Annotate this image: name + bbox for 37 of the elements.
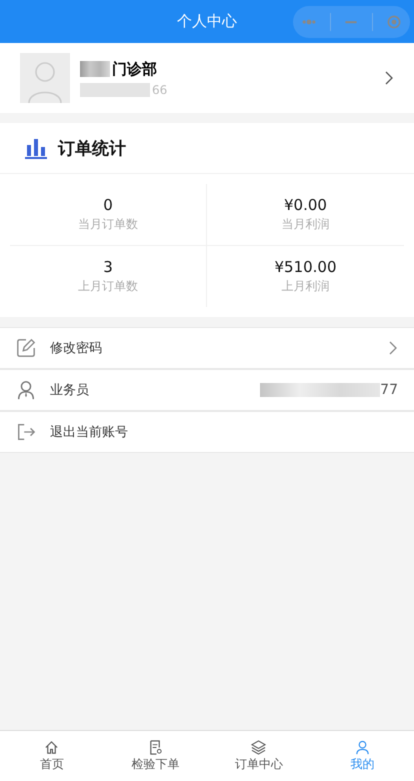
stat-value: 0 bbox=[103, 196, 113, 214]
tab-item[interactable]: 订单中心 bbox=[207, 731, 310, 781]
menu-label: 业务员 bbox=[50, 382, 90, 399]
tab-item[interactable]: 我的 bbox=[310, 731, 414, 781]
menu-item[interactable]: 修改密码 bbox=[0, 328, 414, 368]
bar-chart-icon bbox=[24, 137, 48, 159]
menu-item[interactable]: 退出当前账号 bbox=[0, 412, 414, 452]
tab-item[interactable]: 首页 bbox=[0, 731, 104, 781]
menu-item[interactable]: 业务员 77 bbox=[0, 370, 414, 410]
stat-label: 上月订单数 bbox=[78, 278, 138, 295]
stat-label: 当月利润 bbox=[282, 216, 330, 233]
clinic-name: 门诊部 bbox=[112, 60, 157, 78]
phone-number: 66 bbox=[152, 82, 168, 96]
chevron-right-icon bbox=[388, 340, 398, 356]
stat-value: 3 bbox=[103, 258, 113, 276]
menu-label: 修改密码 bbox=[50, 340, 103, 357]
menu-label: 退出当前账号 bbox=[50, 424, 129, 441]
user-icon bbox=[354, 740, 370, 754]
profile-card[interactable]: 门诊部 66 bbox=[0, 43, 414, 113]
redacted-block bbox=[80, 82, 150, 96]
logout-icon bbox=[16, 422, 36, 442]
stat-value: ¥0.00 bbox=[284, 196, 327, 214]
chevron-right-icon bbox=[384, 70, 394, 86]
stat-label: 当月订单数 bbox=[78, 216, 138, 233]
redacted-block bbox=[80, 61, 110, 77]
stat-label: 上月利润 bbox=[282, 278, 330, 295]
page-title: 个人中心 bbox=[177, 12, 237, 31]
person-icon bbox=[16, 380, 36, 400]
avatar-icon bbox=[20, 53, 70, 103]
phone-number: 77 bbox=[380, 382, 398, 398]
home-icon bbox=[44, 740, 60, 754]
tab-item[interactable]: 检验下单 bbox=[104, 731, 207, 781]
document-icon bbox=[148, 740, 163, 754]
section-title: 订单统计 bbox=[58, 138, 126, 160]
edit-icon bbox=[16, 338, 36, 358]
stat-value: ¥510.00 bbox=[274, 258, 337, 276]
layers-icon bbox=[251, 740, 266, 754]
